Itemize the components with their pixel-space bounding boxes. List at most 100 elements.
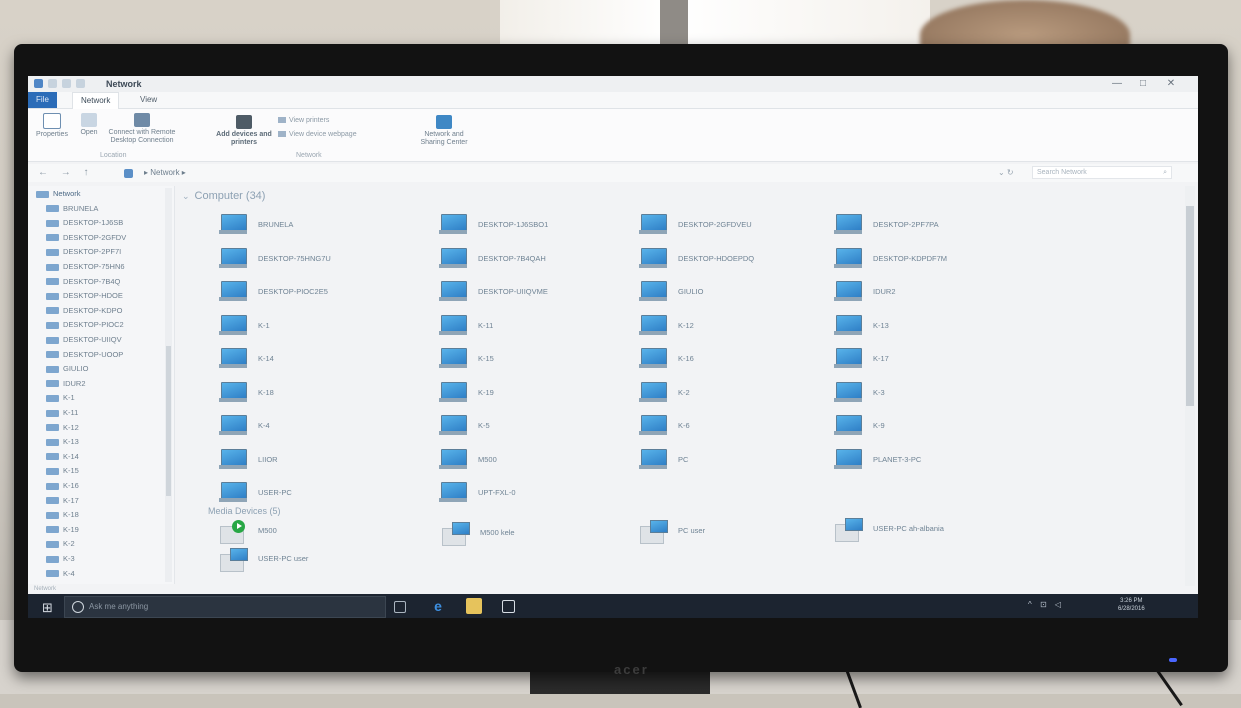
media-device-item[interactable]: M500	[218, 520, 418, 546]
computer-icon	[438, 348, 468, 370]
computer-item[interactable]: DESKTOP-7B4QAH	[438, 247, 638, 274]
open-button[interactable]: Open	[76, 113, 102, 137]
nav-item[interactable]: K-14	[46, 451, 79, 463]
nav-item[interactable]: K-4	[46, 568, 75, 580]
computer-item[interactable]: DESKTOP-75HNG7U	[218, 247, 418, 274]
computer-item[interactable]: K-11	[438, 314, 638, 341]
computer-item[interactable]: DESKTOP-UIIQVME	[438, 281, 638, 307]
computer-item[interactable]: IDUR2	[833, 281, 1033, 307]
navigation-arrows[interactable]: ← → ↑	[38, 167, 94, 178]
computer-item[interactable]: K-16	[638, 348, 838, 374]
media-device-item[interactable]: M500 kele	[440, 522, 640, 548]
media-group-header[interactable]: Media Devices (5)	[208, 506, 281, 516]
nav-item[interactable]: K-12	[46, 422, 79, 434]
nav-item[interactable]: BRUNELA	[46, 203, 98, 215]
computer-item[interactable]: K-17	[833, 348, 1033, 374]
nav-item[interactable]: DESKTOP-HDOE	[46, 290, 123, 302]
computer-item[interactable]: DESKTOP-KDPDF7M	[833, 247, 1033, 274]
add-devices-button[interactable]: Add devices and printers	[216, 115, 272, 147]
nav-item[interactable]: K-15	[46, 465, 79, 477]
tab-view[interactable]: View	[132, 92, 165, 108]
properties-icon[interactable]	[48, 79, 57, 88]
computer-item[interactable]: K-6	[638, 415, 838, 441]
nav-item[interactable]: DESKTOP-2PF7I	[46, 246, 121, 258]
new-folder-icon[interactable]	[62, 79, 71, 88]
nav-item[interactable]: DESKTOP-UOOP	[46, 349, 123, 361]
nav-item[interactable]: DESKTOP-2GFDV	[46, 232, 126, 244]
nav-item[interactable]: IDUR2	[46, 378, 86, 390]
computer-item[interactable]: K-18	[218, 381, 418, 408]
nav-item[interactable]: DESKTOP-75HN6	[46, 261, 125, 273]
computer-item[interactable]: K-4	[218, 415, 418, 441]
computer-item[interactable]: PC	[638, 448, 838, 475]
nav-item[interactable]: K-18	[46, 509, 79, 521]
media-device-item[interactable]: PC user	[638, 520, 838, 546]
tab-file[interactable]: File	[28, 92, 57, 108]
computer-item[interactable]: DESKTOP-2GFDVEU	[638, 214, 838, 240]
computer-item[interactable]: BRUNELA	[218, 214, 418, 240]
computer-item[interactable]: K-9	[833, 415, 1033, 441]
computer-item[interactable]: DESKTOP-2PF7PA	[833, 214, 1033, 240]
computer-item[interactable]: UPT-FXL-0	[438, 482, 638, 508]
quick-access-dropdown-icon[interactable]	[76, 79, 85, 88]
start-button[interactable]: ⊞	[42, 600, 53, 616]
task-view-icon[interactable]	[394, 601, 406, 613]
computer-item[interactable]: K-19	[438, 381, 638, 408]
clock[interactable]: 3:26 PM 6/28/2016	[1118, 597, 1145, 613]
media-device-item[interactable]: USER-PC ah-albania	[833, 518, 1033, 544]
nav-item[interactable]: DESKTOP-7B4Q	[46, 276, 120, 288]
nav-item[interactable]: K-16	[46, 480, 79, 492]
computer-item[interactable]: K-14	[218, 348, 418, 374]
network-icon	[36, 190, 49, 198]
computer-item[interactable]: K-12	[638, 314, 838, 341]
nav-item[interactable]: DESKTOP-PIOC2	[46, 319, 124, 331]
nav-item[interactable]: K-17	[46, 495, 79, 507]
computer-item[interactable]: K-3	[833, 381, 1033, 408]
nav-item[interactable]: K-1	[46, 392, 75, 404]
nav-item[interactable]: K-3	[46, 553, 75, 565]
view-printers-button[interactable]: View printers	[278, 117, 329, 124]
computer-group-header[interactable]: ⌄ Computer (34)	[182, 190, 265, 202]
media-device-item[interactable]: USER-PC user	[218, 548, 418, 574]
close-button[interactable]: ✕	[1162, 78, 1180, 89]
computer-item[interactable]: LIIOR	[218, 448, 418, 475]
minimize-button[interactable]: —	[1108, 78, 1126, 89]
store-icon[interactable]	[502, 600, 515, 613]
tab-network[interactable]: Network	[72, 92, 120, 109]
computer-item[interactable]: PLANET-3-PC	[833, 448, 1033, 475]
remote-desktop-button[interactable]: Connect with Remote Desktop Connection	[106, 113, 178, 145]
computer-item[interactable]: K-15	[438, 348, 638, 374]
file-explorer-icon[interactable]	[466, 598, 482, 614]
view-webpage-button[interactable]: View device webpage	[278, 131, 357, 138]
network-sharing-button[interactable]: Network and Sharing Center	[412, 115, 476, 147]
search-input[interactable]: Search Network ⌕	[1032, 166, 1172, 179]
cortana-search[interactable]: Ask me anything	[64, 596, 386, 618]
nav-item[interactable]: K-19	[46, 524, 79, 536]
computer-item[interactable]: K-2	[638, 381, 838, 408]
computer-item[interactable]: M500	[438, 448, 638, 475]
system-tray[interactable]: ^ ⊡ ◁	[1028, 600, 1064, 609]
computer-item[interactable]: DESKTOP-HDOEPDQ	[638, 247, 838, 274]
nav-item[interactable]: K-2	[46, 538, 75, 550]
computer-item[interactable]: GIULIO	[638, 281, 838, 307]
nav-item-network[interactable]: Network	[36, 188, 81, 200]
content-scrollbar-thumb[interactable]	[1186, 206, 1194, 406]
computer-item[interactable]: DESKTOP-1J6SBO1	[438, 214, 638, 240]
nav-item[interactable]: K-13	[46, 436, 79, 448]
nav-scrollbar-thumb[interactable]	[166, 346, 171, 496]
computer-item[interactable]: USER-PC	[218, 482, 418, 508]
nav-item[interactable]: DESKTOP-1J6SB	[46, 217, 123, 229]
nav-item[interactable]: GIULIO	[46, 363, 88, 375]
nav-item[interactable]: DESKTOP-KDPO	[46, 305, 122, 317]
nav-item[interactable]: K-11	[46, 407, 78, 419]
nav-item[interactable]: DESKTOP-UIIQV	[46, 334, 122, 346]
edge-icon[interactable]: e	[430, 598, 446, 614]
maximize-button[interactable]: □	[1134, 78, 1152, 89]
computer-item[interactable]: DESKTOP-PIOC2E5	[218, 281, 418, 307]
properties-button[interactable]: Properties	[30, 113, 74, 139]
computer-item[interactable]: K-5	[438, 415, 638, 441]
refresh-button[interactable]: ⌄ ↻	[998, 168, 1014, 177]
computer-item[interactable]: K-13	[833, 314, 1033, 341]
computer-item[interactable]: K-1	[218, 314, 418, 341]
breadcrumb[interactable]: ▸ Network ▸	[144, 168, 186, 177]
